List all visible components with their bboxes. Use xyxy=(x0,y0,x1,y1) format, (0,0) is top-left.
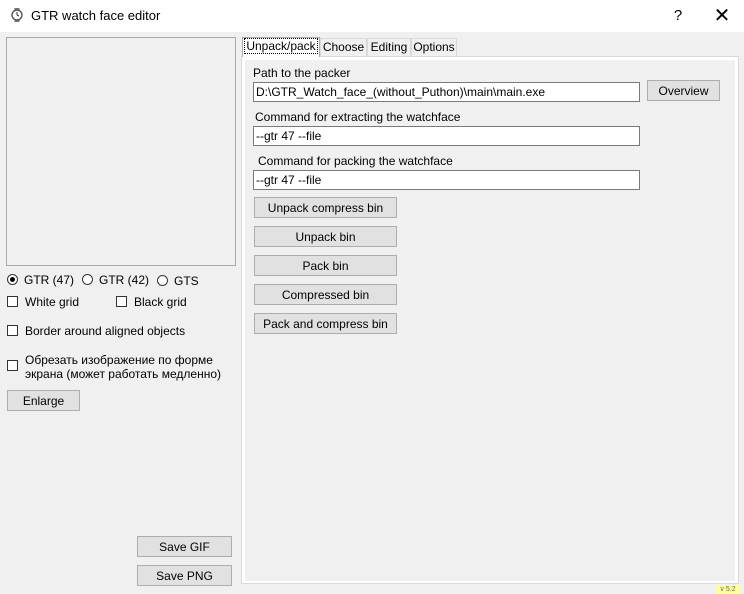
border-aligned-label: Border around aligned objects xyxy=(25,324,186,338)
radio-gtr42[interactable] xyxy=(82,274,93,285)
close-button[interactable]: ✕ xyxy=(710,6,734,26)
tab-options[interactable]: Options xyxy=(411,38,457,56)
radio-gtr47-label: GTR (47) xyxy=(24,273,75,287)
tab-editing[interactable]: Editing xyxy=(367,38,411,56)
overview-button[interactable]: Overview xyxy=(647,80,720,101)
white-grid-checkbox[interactable] xyxy=(7,296,18,307)
crop-shape-label-line2: экрана (может работать медленно) xyxy=(25,367,222,381)
tab-unpack-pack[interactable]: Unpack/pack xyxy=(242,37,320,57)
extract-command-label: Command for extracting the watchface xyxy=(255,110,461,124)
pack-bin-button[interactable]: Pack bin xyxy=(254,255,397,276)
save-gif-button[interactable]: Save GIF xyxy=(137,536,232,557)
black-grid-label: Black grid xyxy=(134,295,187,309)
version-badge: v 5.2 xyxy=(716,585,740,594)
border-aligned-checkbox[interactable] xyxy=(7,325,18,336)
watchface-preview[interactable] xyxy=(6,37,236,266)
pack-command-label: Command for packing the watchface xyxy=(258,154,453,168)
watch-icon xyxy=(10,8,24,22)
radio-gts[interactable] xyxy=(157,275,168,286)
radio-gts-label: GTS xyxy=(174,274,199,288)
compressed-bin-button[interactable]: Compressed bin xyxy=(254,284,397,305)
radio-gtr47[interactable] xyxy=(7,274,18,285)
white-grid-label: White grid xyxy=(25,295,80,309)
window-title: GTR watch face editor xyxy=(31,8,161,23)
tab-choose[interactable]: Choose xyxy=(320,38,367,56)
enlarge-button[interactable]: Enlarge xyxy=(7,390,80,411)
unpack-compress-bin-button[interactable]: Unpack compress bin xyxy=(254,197,397,218)
packer-path-input[interactable]: D:\GTR_Watch_face_(without_Puthon)\main\… xyxy=(253,82,640,102)
black-grid-checkbox[interactable] xyxy=(116,296,127,307)
radio-gtr42-label: GTR (42) xyxy=(99,273,150,287)
unpack-bin-button[interactable]: Unpack bin xyxy=(254,226,397,247)
tab-unpack-pack-label: Unpack/pack xyxy=(244,38,318,54)
extract-command-input[interactable]: --gtr 47 --file xyxy=(253,126,640,146)
save-png-button[interactable]: Save PNG xyxy=(137,565,232,586)
crop-shape-label-line1: Обрезать изображение по форме xyxy=(25,353,213,367)
packer-path-label: Path to the packer xyxy=(253,66,351,80)
pack-command-input[interactable]: --gtr 47 --file xyxy=(253,170,640,190)
pack-and-compress-bin-button[interactable]: Pack and compress bin xyxy=(254,313,397,334)
help-button[interactable]: ? xyxy=(668,6,688,26)
crop-shape-checkbox[interactable] xyxy=(7,360,18,371)
